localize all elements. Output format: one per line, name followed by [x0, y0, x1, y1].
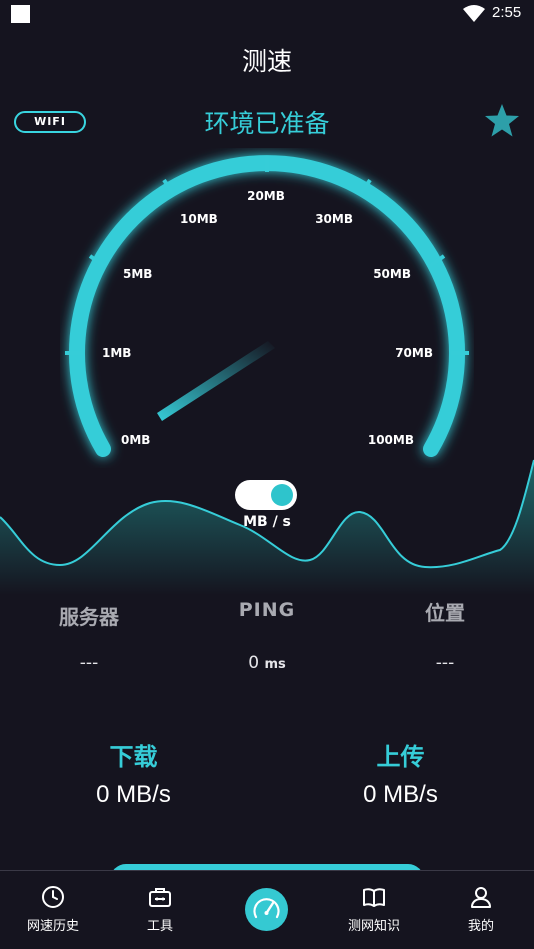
tick-label-0: 0MB	[121, 433, 150, 447]
nav-label-profile: 我的	[467, 919, 494, 934]
location-column: 位置	[356, 597, 534, 626]
notification-icon	[11, 5, 30, 23]
nav-label-history: 网速历史	[26, 919, 79, 934]
wifi-signal-icon	[463, 5, 485, 22]
nav-label-tools: 工具	[146, 919, 173, 934]
upload-label: 上传	[376, 743, 425, 771]
environment-status: 环境已准备	[204, 109, 330, 138]
user-icon	[471, 887, 491, 908]
nav-item-speedtest[interactable]	[245, 888, 288, 931]
clock-icon	[42, 886, 64, 908]
location-label: 位置	[425, 601, 465, 625]
tick-label-50: 50MB	[373, 267, 411, 281]
book-icon	[363, 888, 385, 907]
tick-label-20: 20MB	[247, 189, 285, 203]
nav-item-profile[interactable]: 我的	[428, 871, 534, 949]
toolbox-icon	[149, 888, 171, 907]
unit-toggle[interactable]	[235, 480, 297, 510]
tick-label-30: 30MB	[315, 212, 353, 226]
server-label: 服务器	[59, 605, 119, 629]
ping-unit: ms	[264, 657, 286, 672]
server-column: 服务器	[0, 601, 178, 630]
status-time: 2:55	[492, 4, 522, 21]
gauge-needle	[157, 341, 275, 421]
gauge-ticks	[65, 156, 469, 355]
unit-label: MB / s	[243, 514, 291, 530]
download-value: 0 MB/s	[96, 781, 171, 808]
location-value: ---	[435, 653, 455, 673]
nav-item-tools[interactable]: 工具	[107, 871, 213, 949]
upload-value: 0 MB/s	[363, 781, 438, 808]
tick-label-70: 70MB	[395, 346, 433, 360]
star-icon[interactable]	[483, 102, 521, 140]
nav-item-history[interactable]: 网速历史	[0, 871, 106, 949]
tick-label-1: 1MB	[102, 346, 131, 360]
ping-label: PING	[238, 599, 296, 621]
speed-gauge: 0MB 1MB 5MB 10MB 20MB 30MB 50MB 70MB 100…	[65, 155, 469, 457]
speedometer-icon	[253, 898, 280, 919]
bottom-nav: 网速历史 工具 测网知识 我的	[0, 870, 534, 949]
tick-label-100: 100MB	[368, 433, 414, 447]
download-label: 下载	[109, 743, 158, 771]
tick-label-5: 5MB	[123, 267, 152, 281]
tick-label-10: 10MB	[180, 212, 218, 226]
nav-item-knowledge[interactable]: 测网知识	[321, 871, 427, 949]
toggle-knob	[271, 484, 293, 506]
ping-value-row: 0 ms	[178, 653, 356, 673]
stats-panel: 服务器 PING 位置 --- 0 ms --- 下载 上传 0 MB/s 0 …	[0, 595, 534, 870]
page-title: 测速	[241, 47, 292, 76]
ping-value: 0	[248, 653, 260, 673]
status-bar: 2:55	[0, 0, 534, 28]
server-value: ---	[79, 653, 99, 673]
nav-label-knowledge: 测网知识	[347, 919, 400, 934]
ping-column: PING	[178, 599, 356, 621]
